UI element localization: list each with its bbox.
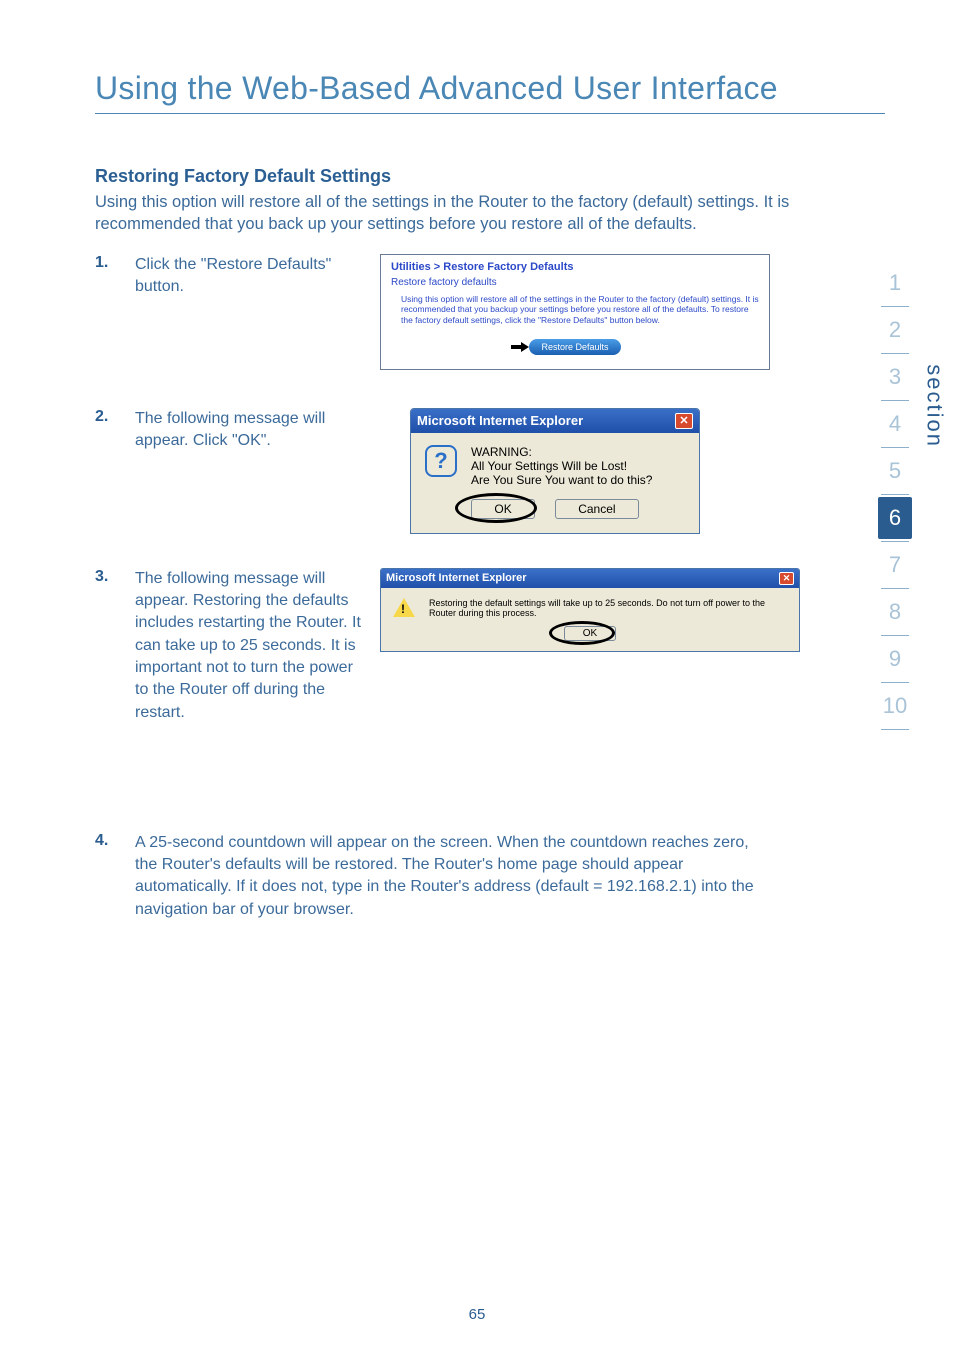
- title-rule: [95, 113, 885, 114]
- nav-divider: [881, 635, 909, 636]
- step-3: 3. The following message will appear. Re…: [95, 568, 894, 798]
- dialog-message: Restoring the default settings will take…: [429, 598, 789, 618]
- nav-divider: [881, 447, 909, 448]
- nav-divider: [881, 588, 909, 589]
- step-2-text: The following message will appear. Click…: [135, 408, 380, 534]
- pointer-arrow-icon: [521, 342, 529, 352]
- step-2-num: 2.: [95, 408, 135, 534]
- figure-warning-dialog: Microsoft Internet Explorer ✕ ? WARNING:…: [410, 408, 700, 534]
- nav-7[interactable]: 7: [878, 544, 912, 586]
- dialog-titlebar: Microsoft Internet Explorer ✕: [381, 569, 799, 588]
- nav-4[interactable]: 4: [878, 403, 912, 445]
- section-heading: Restoring Factory Default Settings: [95, 166, 894, 187]
- step-3-num: 3.: [95, 568, 135, 798]
- nav-divider: [881, 306, 909, 307]
- step-3-text: The following message will appear. Resto…: [135, 568, 380, 798]
- question-icon: ?: [425, 445, 457, 477]
- figure-restoring-dialog: Microsoft Internet Explorer ✕ Restoring …: [380, 568, 800, 652]
- ok-button[interactable]: OK: [471, 499, 534, 519]
- ok-button[interactable]: OK: [564, 626, 616, 641]
- breadcrumb: Utilities > Restore Factory Defaults: [391, 261, 759, 273]
- step-4-text: A 25-second countdown will appear on the…: [135, 832, 775, 952]
- restore-defaults-button-label: Restore Defaults: [541, 342, 608, 352]
- nav-divider: [881, 682, 909, 683]
- warning-heading: WARNING:: [471, 445, 652, 459]
- nav-divider: [881, 353, 909, 354]
- nav-6-active[interactable]: 6: [878, 497, 912, 539]
- figure-restore-defaults-panel: Utilities > Restore Factory Defaults Res…: [380, 254, 770, 371]
- section-label: section: [922, 364, 948, 448]
- nav-10[interactable]: 10: [878, 685, 912, 727]
- cancel-button[interactable]: Cancel: [555, 499, 638, 519]
- nav-divider: [881, 400, 909, 401]
- step-1: 1. Click the "Restore Defaults" button. …: [95, 254, 894, 374]
- close-icon[interactable]: ✕: [675, 413, 693, 429]
- nav-2[interactable]: 2: [878, 309, 912, 351]
- restore-defaults-button[interactable]: Restore Defaults: [529, 339, 620, 355]
- intro-paragraph: Using this option will restore all of th…: [95, 191, 795, 236]
- dialog-titlebar: Microsoft Internet Explorer ✕: [411, 409, 699, 433]
- pointer-tail: [511, 345, 521, 349]
- dialog-title: Microsoft Internet Explorer: [386, 572, 527, 584]
- step-1-num: 1.: [95, 254, 135, 374]
- nav-divider: [881, 541, 909, 542]
- page-title: Using the Web-Based Advanced User Interf…: [95, 70, 894, 107]
- nav-1[interactable]: 1: [878, 262, 912, 304]
- nav-divider: [881, 494, 909, 495]
- nav-divider: [881, 729, 909, 730]
- nav-3[interactable]: 3: [878, 356, 912, 398]
- step-1-text: Click the "Restore Defaults" button.: [135, 254, 380, 374]
- close-icon[interactable]: ✕: [779, 572, 794, 585]
- section-nav: 1 2 3 4 5 6 7 8 9 10: [878, 262, 912, 732]
- panel-subtitle: Restore factory defaults: [391, 277, 759, 288]
- dialog-title: Microsoft Internet Explorer: [417, 413, 583, 428]
- nav-9[interactable]: 9: [878, 638, 912, 680]
- step-2: 2. The following message will appear. Cl…: [95, 408, 894, 534]
- panel-description: Using this option will restore all of th…: [391, 294, 759, 326]
- warning-line-2: Are You Sure You want to do this?: [471, 473, 652, 487]
- dialog-message: WARNING: All Your Settings Will be Lost!…: [471, 445, 652, 487]
- step-4-num: 4.: [95, 832, 135, 952]
- warning-icon: [393, 598, 415, 617]
- page-number: 65: [0, 1306, 954, 1323]
- nav-8[interactable]: 8: [878, 591, 912, 633]
- nav-5[interactable]: 5: [878, 450, 912, 492]
- warning-line-1: All Your Settings Will be Lost!: [471, 459, 652, 473]
- step-4: 4. A 25-second countdown will appear on …: [95, 832, 894, 952]
